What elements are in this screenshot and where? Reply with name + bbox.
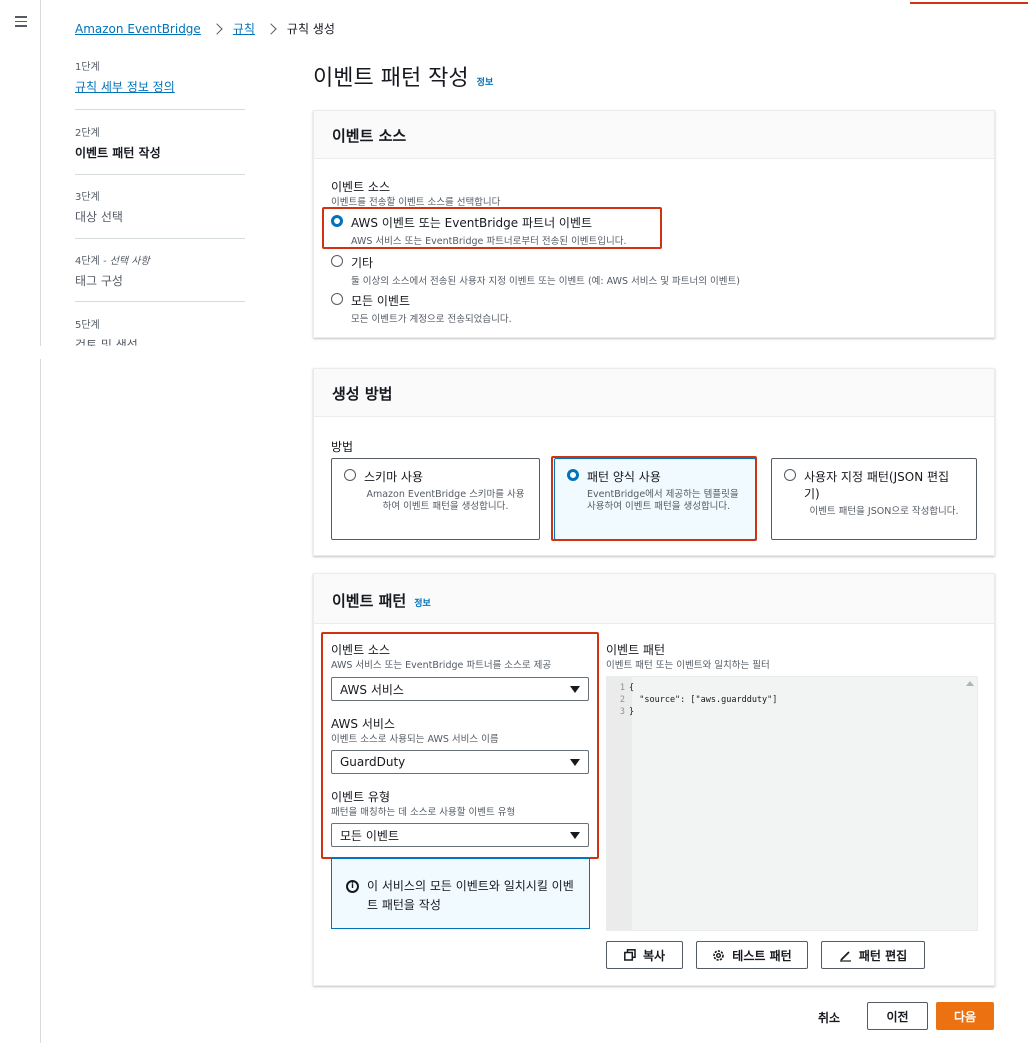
radio-icon[interactable] [331,255,343,267]
code-line: 2 "source": ["aws.guardduty"] [619,695,778,705]
panel-header: 이벤트 패턴 정보 [314,574,994,624]
step-title-build-pattern: 이벤트 패턴 작성 [75,146,161,160]
radio-all-events[interactable]: 모든 이벤트모든 이벤트가 계정으로 전송되었습니다. [331,292,512,325]
test-pattern-button[interactable]: 테스트 패턴 [696,941,808,969]
chevron-right-icon [265,22,277,35]
info-link[interactable]: 정보 [477,75,494,88]
info-link[interactable]: 정보 [414,596,431,609]
code-line: 1{ [619,683,635,693]
tile-description: 이벤트 패턴을 JSON으로 작성합니다. [809,506,959,517]
button-label: 다음 [953,1009,977,1024]
menu-icon[interactable] [15,16,27,27]
highlight-box [321,632,599,859]
pattern-label: 이벤트 패턴 [606,643,666,657]
cancel-button[interactable]: 취소 [818,1009,840,1026]
radio-description: 모든 이벤트가 계정으로 전송되었습니다. [351,314,512,325]
step-link-define-rule[interactable]: 규칙 세부 정보 정의 [75,78,245,95]
radio-label: 기타 [351,256,374,270]
step-title-tags: 태그 구성 [75,274,123,288]
step-1: 1단계 규칙 세부 정보 정의 [75,58,245,95]
radio-other[interactable]: 기타둘 이상의 소스에서 전송된 사용자 지정 이벤트 또는 이벤트 (예: A… [331,254,740,287]
copy-button[interactable]: 복사 [606,941,683,969]
breadcrumb-rules-link[interactable]: 규칙 [233,20,255,37]
code-editor[interactable]: 1{ 2 "source": ["aws.guardduty"] 3} [606,676,978,931]
step-number: 2단계 [75,128,100,139]
button-label: 패턴 편집 [858,948,908,963]
method-label: 방법 [331,440,354,454]
chevron-right-icon [211,22,223,35]
page-title-text: 이벤트 패턴 작성 [313,66,469,91]
info-circle-icon: i [346,880,359,893]
page-title: 이벤트 패턴 작성 정보 [313,60,493,92]
section-gap [0,346,1032,359]
gear-icon [713,949,725,961]
tile-label: 사용자 지정 패턴(JSON 편집기) [804,470,950,501]
panel-title: 이벤트 패턴 [332,592,407,610]
step-number: 1단계 [75,62,100,73]
breadcrumb-eventbridge-link[interactable]: Amazon EventBridge [75,22,201,36]
radio-label: 모든 이벤트 [351,294,411,308]
step-4: 4단계 - 선택 사항 태그 구성 [75,252,245,289]
alert-text: 이 서비스의 모든 이벤트와 일치시킬 이벤트 패턴을 작성 [367,879,574,913]
event-source-label: 이벤트 소스 [331,180,391,194]
next-button[interactable]: 다음 [936,1002,994,1030]
radio-description: 둘 이상의 소스에서 전송된 사용자 지정 이벤트 또는 이벤트 (예: AWS… [351,276,740,287]
step-2: 2단계 이벤트 패턴 작성 [75,124,245,161]
step-title-select-target: 대상 선택 [75,210,123,224]
tile-description: Amazon EventBridge 스키마를 사용하여 이벤트 패턴을 생성합… [366,489,525,512]
code-line: 3} [619,707,635,717]
pencil-icon [839,950,851,962]
info-alert: i 이 서비스의 모든 이벤트와 일치시킬 이벤트 패턴을 작성 [331,858,590,929]
step-number: 3단계 [75,192,100,203]
highlight-box [551,456,757,541]
highlight-box [322,207,662,249]
tile-label: 스키마 사용 [364,470,424,484]
button-label: 이전 [886,1009,909,1024]
radio-icon[interactable] [331,293,343,305]
pattern-description: 이벤트 패턴 또는 이벤트와 일치하는 필터 [606,660,770,671]
step-number: 5단계 [75,320,100,331]
copy-icon [624,949,636,961]
top-highlight-edge [910,0,1028,4]
scroll-up-arrow-icon[interactable] [966,681,974,686]
step-number: 4단계 - 선택 사항 [75,256,150,267]
button-label: 복사 [642,948,666,963]
panel-header: 생성 방법 [314,369,994,417]
tile-use-schema[interactable]: 스키마 사용 Amazon EventBridge 스키마를 사용하여 이벤트 패… [331,458,540,540]
radio-icon[interactable] [344,469,356,481]
step-3: 3단계 대상 선택 [75,188,245,225]
radio-icon[interactable] [784,469,796,481]
event-source-description: 이벤트를 전송할 이벤트 소스를 선택합니다 [331,197,501,208]
panel-header: 이벤트 소스 [314,111,994,159]
tile-custom-pattern-json[interactable]: 사용자 지정 패턴(JSON 편집기) 이벤트 패턴을 JSON으로 작성합니다. [771,458,977,540]
breadcrumb-current: 규칙 생성 [286,22,335,36]
side-navigation-rail [0,0,41,1043]
edit-pattern-button[interactable]: 패턴 편집 [821,941,925,969]
button-label: 테스트 패턴 [732,948,792,963]
breadcrumb: Amazon EventBridge 규칙 규칙 생성 [75,20,335,37]
previous-button[interactable]: 이전 [867,1002,928,1030]
